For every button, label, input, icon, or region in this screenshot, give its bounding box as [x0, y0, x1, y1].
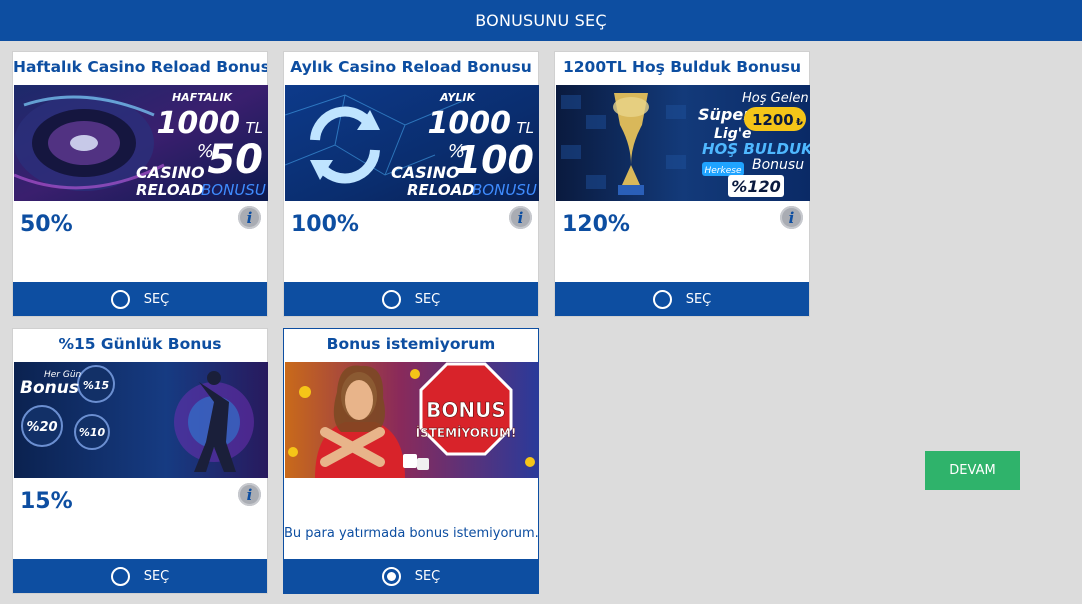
bonus-card-title: %15 Günlük Bonus [58, 335, 222, 353]
bonus-card-title: Aylık Casino Reload Bonusu [290, 58, 532, 76]
info-icon[interactable]: i [509, 206, 532, 229]
banner-text-4-unit: ₺ [796, 117, 803, 128]
banner-text-1: HAFTALIK [172, 91, 233, 104]
banner-text-4: CASINO [391, 163, 460, 182]
banner-text-6: Bonusu [752, 157, 804, 173]
banner-text-3: 50 [207, 137, 263, 183]
banner-text-5a: RELOAD [407, 181, 475, 199]
radio-icon [110, 566, 130, 586]
banner-text-1: BONUS [426, 398, 506, 422]
banner-text-5a: RELOAD [136, 181, 204, 199]
banner-text-5b: BONUSU [472, 181, 537, 199]
bonus-percent: 120% [562, 212, 630, 237]
select-no-bonus-button[interactable]: SEÇ [284, 559, 538, 593]
banner-text-5: %10 [79, 426, 106, 439]
select-bonus-button[interactable]: SEÇ [555, 282, 809, 316]
banner-text-3: Hoş Gelen [742, 91, 809, 106]
banner-text-5: HOŞ BULDUK [702, 140, 810, 158]
banner-text-8: %120 [731, 177, 780, 196]
banner-text-3: %15 [83, 379, 110, 392]
bonus-banner-image: HAFTALIK 1000 TL % 50 CASINO RELOAD BONU… [14, 85, 268, 201]
no-bonus-description: Bu para yatırmada bonus istemiyorum. [284, 526, 539, 541]
select-button-label: SEÇ [414, 568, 441, 584]
info-icon[interactable]: i [238, 206, 261, 229]
bonus-card-title: 1200TL Hoş Bulduk Bonusu [562, 58, 802, 76]
banner-text-4: CASINO [136, 163, 205, 182]
banner-text-4: 1200 [752, 111, 794, 129]
info-icon[interactable]: i [238, 483, 261, 506]
bonus-banner-image: Süper Lig'e Hoş Gelen 1200 ₺ HOŞ BULDUK … [556, 85, 810, 201]
banner-text-2-unit: TL [516, 119, 534, 137]
bonus-banner-image: Her Gün Bonus %15 %20 %10 [14, 362, 268, 478]
continue-button[interactable]: DEVAM [925, 451, 1020, 490]
banner-text-2: Bonus [20, 378, 79, 398]
page-header: BONUSUNU SEÇ [0, 0, 1082, 41]
select-button-label: SEÇ [143, 291, 170, 307]
bonus-percent: 100% [291, 212, 359, 237]
bonus-card-gunluk: %15 Günlük Bonus Her Gün Bonus %15 %20 %… [12, 328, 268, 594]
bonus-banner-image: AYLIK 1000 TL % 100 CASINO RELOAD BONUSU [285, 85, 539, 201]
bonus-card-title: Haftalık Casino Reload Bonusu [13, 58, 267, 76]
banner-text-2: İSTEMİYORUM! [416, 425, 517, 440]
banner-text-1: AYLIK [439, 91, 476, 104]
bonus-banner-image: BONUS İSTEMİYORUM! [285, 362, 539, 478]
radio-icon [381, 566, 401, 586]
banner-text-1: Süper [698, 105, 752, 124]
page-title: BONUSUNU SEÇ [475, 11, 607, 30]
banner-text-2-unit: TL [245, 119, 263, 137]
bonus-card-aylik: Aylık Casino Reload Bonusu AYLIK 1000 TL… [283, 51, 539, 317]
radio-icon [110, 289, 130, 309]
info-icon[interactable]: i [780, 206, 803, 229]
radio-icon [652, 289, 672, 309]
bonus-card-hos-bulduk: 1200TL Hoş Bulduk Bonusu Süper Lig'e Hoş… [554, 51, 810, 317]
banner-text-3: 100 [455, 138, 534, 182]
select-bonus-button[interactable]: SEÇ [13, 559, 267, 593]
select-bonus-button[interactable]: SEÇ [13, 282, 267, 316]
select-button-label: SEÇ [143, 568, 170, 584]
select-button-label: SEÇ [414, 291, 441, 307]
bonus-card-title: Bonus istemiyorum [326, 335, 496, 353]
bonus-percent: 15% [20, 489, 73, 514]
banner-text-2: 1000 [428, 106, 512, 141]
banner-text-7: Herkese [705, 166, 742, 176]
bonus-percent: 50% [20, 212, 73, 237]
select-button-label: SEÇ [685, 291, 712, 307]
bonus-card-no-bonus: Bonus istemiyorum BONUS İSTEMİYORUM! Bu … [283, 328, 539, 594]
radio-icon [381, 289, 401, 309]
banner-text-4: %20 [26, 420, 57, 435]
banner-text-5b: BONUSU [201, 181, 266, 199]
bonus-card-haftalik: Haftalık Casino Reload Bonusu HAFTALIK 1… [12, 51, 268, 317]
banner-text-2: 1000 [157, 106, 241, 141]
select-bonus-button[interactable]: SEÇ [284, 282, 538, 316]
